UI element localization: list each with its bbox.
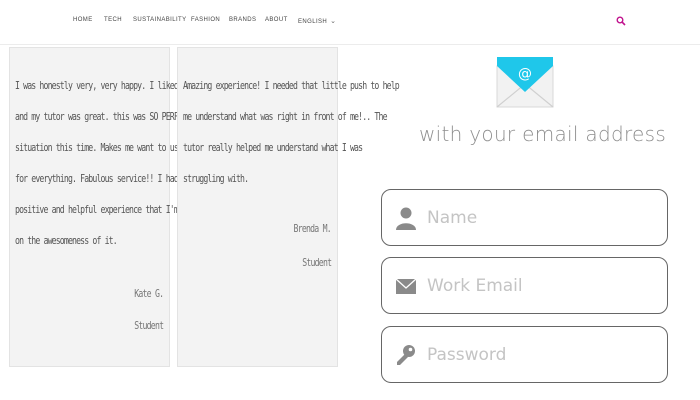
- password-input[interactable]: [427, 337, 652, 373]
- svg-text:@: @: [518, 66, 532, 82]
- key-icon: [397, 345, 415, 365]
- testimonial-line: me understand what was right in front of…: [183, 111, 387, 123]
- work-email-input[interactable]: [427, 268, 652, 304]
- nav-fashion[interactable]: FASHION: [191, 17, 220, 23]
- testimonial-author: Brenda M.: [293, 223, 332, 235]
- testimonial-author: Kate G.: [133, 288, 164, 300]
- testimonial-role: Student: [133, 320, 164, 332]
- testimonial-card: I was honestly very, very happy. I liked…: [9, 47, 228, 367]
- testimonial-text: Amazing experience! I needed that little…: [183, 71, 400, 195]
- nav-sustainability[interactable]: SUSTAINABILITY: [133, 17, 187, 23]
- nav-home[interactable]: HOME: [73, 17, 93, 23]
- user-icon: [396, 207, 416, 230]
- language-label: ENGLISH: [298, 19, 328, 25]
- testimonial-line: tutor really helped me understand what I…: [183, 142, 363, 154]
- envelope-icon: [395, 278, 417, 294]
- chevron-down-icon: ⌄: [330, 18, 337, 25]
- nav-brands[interactable]: BRANDS: [229, 17, 256, 23]
- signup-heading-text: with your email address: [419, 122, 667, 146]
- work-email-field[interactable]: [381, 257, 668, 314]
- testimonial-card: Amazing experience! I needed that little…: [177, 47, 400, 367]
- testimonial-line: Amazing experience! I needed that little…: [183, 80, 400, 92]
- top-nav: HOME TECH SUSTAINABILITY FASHION BRANDS …: [0, 0, 700, 45]
- testimonial-line: struggling with.: [183, 173, 249, 185]
- name-field[interactable]: [381, 189, 668, 246]
- search-icon[interactable]: [616, 16, 626, 26]
- email-envelope-icon: @: [496, 57, 554, 108]
- language-selector[interactable]: ENGLISH ⌄: [298, 17, 336, 25]
- nav-tech[interactable]: TECH: [104, 17, 122, 23]
- nav-about[interactable]: ABOUT: [265, 17, 288, 23]
- password-field[interactable]: [381, 326, 668, 383]
- testimonial-role: Student: [301, 257, 332, 269]
- name-input[interactable]: [427, 200, 652, 236]
